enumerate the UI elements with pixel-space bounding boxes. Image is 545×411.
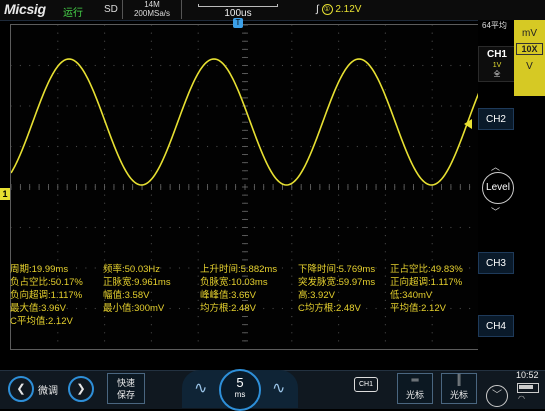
measure-high: 高:3.92V	[298, 290, 335, 301]
quick-save-line2: 保存	[116, 390, 135, 400]
timebase-decrease-icon[interactable]: ∿	[194, 378, 207, 398]
measure-mean: 平均值:2.12V	[390, 303, 446, 314]
measure-min: 最小值:300mV	[103, 303, 165, 314]
measure-cycle-mean: C平均值:2.12V	[10, 316, 73, 327]
trigger-position-marker[interactable]: T	[233, 18, 243, 28]
acquisition-info[interactable]: 14M 200MSa/s	[122, 0, 182, 19]
measure-rise-time: 上升时间:5.882ms	[200, 264, 278, 275]
run-stop-button[interactable]: 运行	[63, 4, 83, 19]
timebase-knob-unit: ms	[234, 390, 246, 399]
measure-neg-width: 负脉宽:10.03ms	[200, 277, 268, 288]
system-clock: 10:52	[516, 370, 539, 380]
measure-rms: 均方根:2.48V	[200, 303, 256, 314]
acquisition-mode-label[interactable]: 64平均	[482, 20, 507, 31]
storage-indicator: SD	[104, 4, 118, 15]
ch4-button[interactable]: CH4	[478, 315, 514, 337]
measure-frequency: 频率:50.03Hz	[103, 264, 161, 275]
trigger-level-marker[interactable]	[464, 119, 472, 129]
measure-pos-overshoot: 正向超调:1.117%	[390, 277, 463, 288]
horizontal-cursor-label: 光标	[405, 390, 424, 400]
measure-neg-overshoot: 负向超调:1.117%	[10, 290, 83, 301]
vertical-cursor-button[interactable]: ║ 光标	[441, 373, 477, 404]
level-knob[interactable]: Level	[482, 172, 514, 204]
next-arrow-icon[interactable]: ❯	[68, 376, 94, 402]
trigger-level: 2.12V	[335, 4, 362, 16]
trigger-info[interactable]: ∫ ① 2.12V	[316, 4, 361, 15]
ch1-select-chip[interactable]: CH1	[354, 377, 378, 392]
fine-adjust-label: 微调	[38, 386, 58, 397]
ch3-button[interactable]: CH3	[478, 252, 514, 274]
timebase-indicator[interactable]: 100us	[198, 0, 278, 19]
menu-expand-icon[interactable]: ﹀	[486, 385, 508, 407]
wifi-icon: ◠	[518, 394, 525, 403]
unit-v-option[interactable]: V	[514, 61, 545, 72]
ch1-offset-marker[interactable]: 1	[0, 188, 10, 200]
horizontal-cursor-icon: ═	[411, 375, 419, 386]
measure-max: 最大值:3.96V	[10, 303, 66, 314]
ch1-probe-menu[interactable]: mV 10X V	[514, 20, 545, 96]
timebase-knob-value: 5	[236, 375, 244, 390]
top-status-bar: Micsig 运行 SD 14M 200MSa/s 100us ∫ ① 2.12…	[0, 0, 545, 21]
unit-mv-option[interactable]: mV	[514, 28, 545, 39]
memory-window-bar	[198, 4, 278, 7]
timebase-knob[interactable]: 5 ms	[219, 369, 261, 411]
measure-neg-duty: 负占空比:50.17%	[10, 277, 83, 288]
quick-save-button[interactable]: 快速 保存	[107, 373, 145, 404]
brand-logo: Micsig	[4, 1, 46, 17]
horizontal-cursor-button[interactable]: ═ 光标	[397, 373, 433, 404]
measure-low: 低:340mV	[390, 290, 433, 301]
measure-period: 周期:19.99ms	[10, 264, 69, 275]
measurement-panel: 周期:19.99ms 频率:50.03Hz 上升时间:5.882ms 下降时间:…	[10, 261, 478, 331]
ch1-title: CH1	[486, 49, 507, 60]
ch1-button[interactable]: CH1 1V 全	[478, 46, 516, 82]
probe-ratio[interactable]: 10X	[516, 43, 543, 55]
measure-peak-to-peak: 峰峰值:3.66V	[200, 290, 256, 301]
vertical-cursor-label: 光标	[449, 390, 468, 400]
quick-save-line1: 快速	[116, 378, 135, 388]
ch2-button[interactable]: CH2	[478, 108, 514, 130]
battery-icon	[517, 383, 539, 393]
measure-fall-time: 下降时间:5.769ms	[298, 264, 376, 275]
prev-arrow-icon[interactable]: ❮	[8, 376, 34, 402]
trigger-source-icon: ①	[321, 4, 333, 15]
timebase-increase-icon[interactable]: ∿	[272, 378, 285, 398]
measure-burst-width: 突发脉宽:59.97ms	[298, 277, 376, 288]
ch1-coupling: 全	[493, 71, 501, 78]
memory-depth: 14M	[144, 0, 160, 9]
rising-edge-icon: ∫	[316, 4, 319, 16]
measure-pos-width: 正脉宽:9.961ms	[103, 277, 171, 288]
measure-amplitude: 幅值:3.58V	[103, 290, 150, 301]
measure-pos-duty: 正占空比:49.83%	[390, 264, 463, 275]
ch1-scale: 1V	[492, 62, 502, 69]
sample-rate: 200MSa/s	[133, 9, 171, 18]
level-down-icon[interactable]: ﹀	[491, 205, 500, 218]
measure-cycle-rms: C均方根:2.48V	[298, 303, 361, 314]
vertical-cursor-icon: ║	[455, 375, 463, 386]
